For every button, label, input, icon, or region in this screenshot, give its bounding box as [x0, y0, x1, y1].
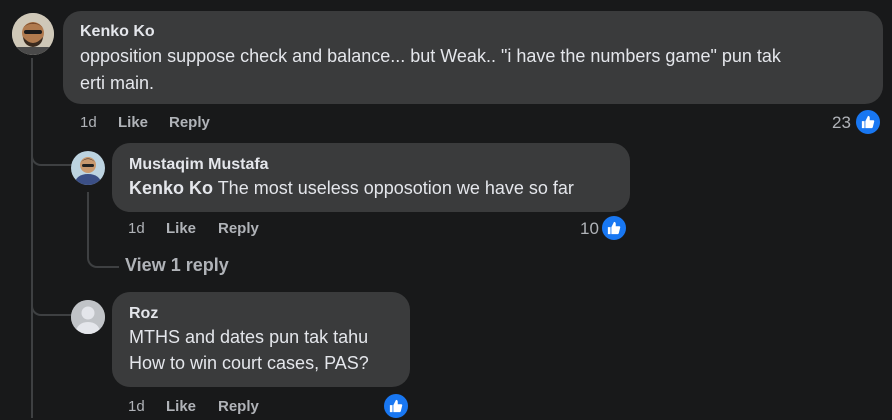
reaction-badge[interactable]: [854, 108, 882, 136]
comment-text-body: The most useless opposotion we have so f…: [213, 178, 574, 198]
reaction-count[interactable]: 10: [580, 219, 599, 239]
comment-bubble-mustaqim-mustafa: Mustaqim Mustafa Kenko Ko The most usele…: [112, 143, 630, 212]
thread-branch-1: [31, 140, 73, 166]
comment-actions: 1d Like Reply: [0, 220, 892, 240]
thumbs-up-icon: [861, 115, 875, 129]
reply-button[interactable]: Reply: [218, 398, 259, 415]
thumbs-up-icon: [389, 399, 403, 413]
avatar-roz[interactable]: [71, 300, 105, 334]
default-avatar-icon: [71, 300, 105, 334]
thumbs-up-icon: [607, 221, 621, 235]
comment-actions: 1d Like Reply: [0, 398, 892, 418]
comment-bubble-roz: Roz MTHS and dates pun tak tahu How to w…: [112, 292, 410, 387]
comment-text-line-1: MTHS and dates pun tak tahu: [129, 327, 369, 347]
avatar-photo-icon: [71, 151, 105, 185]
comment-text-line-2: erti main.: [80, 73, 155, 93]
comment-author[interactable]: Kenko Ko: [80, 23, 155, 41]
comment-timestamp[interactable]: 1d: [128, 398, 145, 415]
reaction-count[interactable]: 23: [832, 113, 851, 133]
view-replies-link[interactable]: View 1 reply: [125, 255, 229, 276]
avatar-mustaqim-mustafa[interactable]: [71, 151, 105, 185]
comment-timestamp[interactable]: 1d: [128, 220, 145, 237]
like-button[interactable]: Like: [166, 220, 196, 237]
comment-timestamp[interactable]: 1d: [80, 114, 97, 131]
comment-actions: 1d Like Reply: [0, 114, 892, 134]
thread-branch-2: [31, 290, 73, 316]
comment-bubble-kenko-ko: Kenko Ko opposition suppose check and ba…: [63, 11, 883, 104]
comment-author[interactable]: Mustaqim Mustafa: [129, 156, 269, 174]
comment-text-line-1: opposition suppose check and balance... …: [80, 46, 781, 66]
thread-branch-view-replies: [87, 244, 119, 268]
reaction-badge[interactable]: [600, 214, 628, 242]
avatar-kenko-ko[interactable]: [12, 13, 54, 55]
comment-author[interactable]: Roz: [129, 305, 158, 323]
reply-button[interactable]: Reply: [169, 114, 210, 131]
reaction-badge[interactable]: [382, 392, 410, 420]
mention-link[interactable]: Kenko Ko: [129, 178, 213, 198]
comment-text-line-2: How to win court cases, PAS?: [129, 353, 369, 373]
like-button[interactable]: Like: [118, 114, 148, 131]
reply-button[interactable]: Reply: [218, 220, 259, 237]
like-button[interactable]: Like: [166, 398, 196, 415]
avatar-photo-icon: [12, 13, 54, 55]
comment-text: Kenko Ko The most useless opposotion we …: [129, 175, 574, 202]
